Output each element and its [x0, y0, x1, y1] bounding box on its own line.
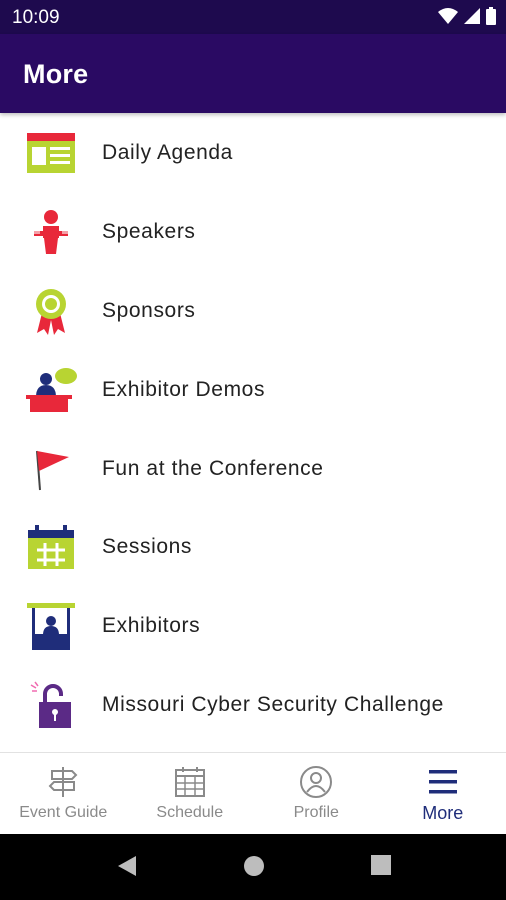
bottom-nav: Event Guide Schedule Profile More — [0, 752, 506, 835]
schedule-icon — [174, 767, 205, 797]
hamburger-icon — [428, 770, 457, 794]
booth-icon — [24, 601, 78, 651]
nav-tab-more[interactable]: More — [380, 753, 506, 835]
nav-label: Event Guide — [19, 804, 108, 821]
menu-list: Daily Agenda Speakers Sponsors Exhibitor… — [0, 114, 506, 752]
speaker-icon — [24, 207, 78, 257]
nav-tab-event-guide[interactable]: Event Guide — [0, 753, 127, 835]
wifi-icon — [438, 8, 458, 24]
calendar-icon — [24, 522, 78, 572]
nav-tab-schedule[interactable]: Schedule — [127, 753, 254, 835]
profile-icon — [300, 766, 333, 798]
cell-signal-icon — [464, 8, 480, 24]
app-bar: More — [0, 34, 506, 113]
nav-label: More — [422, 803, 464, 823]
ribbon-icon — [24, 286, 78, 336]
status-time: 10:09 — [12, 7, 60, 28]
menu-item-speakers[interactable]: Speakers — [0, 193, 506, 272]
signpost-icon — [48, 767, 78, 797]
menu-item-missouri-cyber-security-challenge[interactable]: Missouri Cyber Security Challenge — [0, 666, 506, 745]
unlocked-padlock-icon — [24, 680, 78, 730]
system-nav-bar — [0, 834, 506, 900]
back-icon[interactable] — [116, 854, 138, 878]
agenda-icon — [24, 128, 78, 178]
menu-item-daily-agenda[interactable]: Daily Agenda — [0, 114, 506, 193]
home-icon[interactable] — [242, 854, 266, 878]
recents-icon[interactable] — [370, 854, 392, 876]
menu-item-exhibitors[interactable]: Exhibitors — [0, 587, 506, 666]
menu-item-exhibitor-demos[interactable]: Exhibitor Demos — [0, 350, 506, 429]
status-icons — [438, 7, 496, 25]
menu-item-fun-at-the-conference[interactable]: Fun at the Conference — [0, 429, 506, 508]
menu-item-sessions[interactable]: Sessions — [0, 508, 506, 587]
menu-item-label: Sponsors — [102, 298, 196, 322]
menu-item-label: Missouri Cyber Security Challenge — [102, 692, 444, 716]
page-title: More — [23, 59, 89, 89]
menu-item-sponsors[interactable]: Sponsors — [0, 272, 506, 351]
status-bar: 10:09 — [0, 0, 506, 34]
nav-label: Profile — [293, 804, 339, 821]
nav-tab-profile[interactable]: Profile — [253, 753, 380, 835]
menu-item-label: Speakers — [102, 220, 196, 244]
menu-item-label: Daily Agenda — [102, 141, 233, 165]
menu-item-label: Exhibitors — [102, 614, 201, 638]
demo-icon — [24, 365, 78, 415]
nav-label: Schedule — [156, 804, 224, 821]
battery-icon — [486, 7, 496, 25]
menu-item-label: Fun at the Conference — [102, 456, 324, 480]
flag-icon — [24, 444, 78, 494]
menu-item-label: Exhibitor Demos — [102, 377, 266, 401]
menu-item-label: Sessions — [102, 535, 193, 559]
